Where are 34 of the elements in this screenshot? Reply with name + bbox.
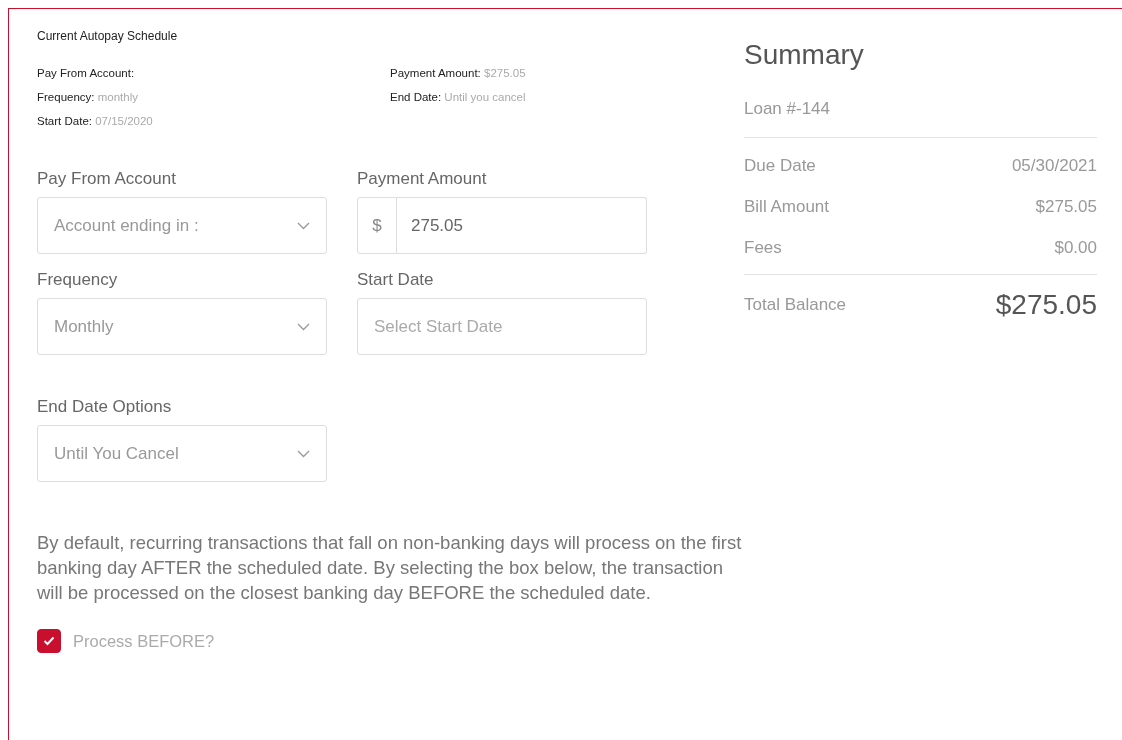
checkbox-label: Process BEFORE?: [73, 631, 215, 651]
amount-field[interactable]: 275.05: [397, 197, 647, 254]
chevron-down-icon: [297, 449, 310, 458]
summary-label: Fees: [744, 238, 782, 258]
schedule-detail: Start Date: 07/15/2020: [37, 115, 154, 127]
schedule-detail: Pay From Account:: [37, 67, 136, 79]
checkbox[interactable]: [37, 629, 61, 653]
field-label: End Date Options: [37, 397, 173, 417]
dropdown[interactable]: Until You Cancel: [37, 425, 327, 482]
schedule-detail: Payment Amount: $275.05: [390, 67, 527, 79]
notice-text: By default, recurring transactions that fall on non-banking days will process on the first banking day AFTER the scheduled date. By selecting the box below, the transaction will be processed on the closest banking day BEFORE the scheduled date.: [37, 531, 742, 605]
field-label: Start Date: [357, 270, 435, 290]
field-label: Pay From Account: [37, 169, 177, 189]
chevron-down-icon: [297, 322, 310, 331]
field-label: Frequency: [37, 270, 119, 290]
checkmark-icon: [43, 636, 55, 646]
summary-value: $275.05: [1035, 197, 1097, 217]
dropdown[interactable]: Monthly: [37, 298, 327, 355]
section-title: Current Autopay Schedule: [37, 29, 179, 43]
dropdown[interactable]: Account ending in :: [37, 197, 327, 254]
total-label: Total Balance: [744, 295, 847, 315]
total-value: $275.05: [995, 289, 1097, 321]
loan-number: Loan #-144: [744, 99, 1097, 138]
summary-title: Summary: [744, 39, 865, 71]
summary-value: 05/30/2021: [1011, 156, 1097, 176]
schedule-detail: Frequency: monthly: [37, 91, 139, 103]
field-label: Payment Amount: [357, 169, 488, 189]
chevron-down-icon: [297, 221, 310, 230]
summary-label: Bill Amount: [744, 197, 830, 217]
schedule-detail: End Date: Until you cancel: [390, 91, 527, 103]
summary-value: $0.00: [1054, 238, 1097, 258]
date-field[interactable]: Select Start Date: [357, 298, 647, 355]
summary-label: Due Date: [744, 156, 816, 176]
currency-prefix: $: [357, 197, 397, 254]
